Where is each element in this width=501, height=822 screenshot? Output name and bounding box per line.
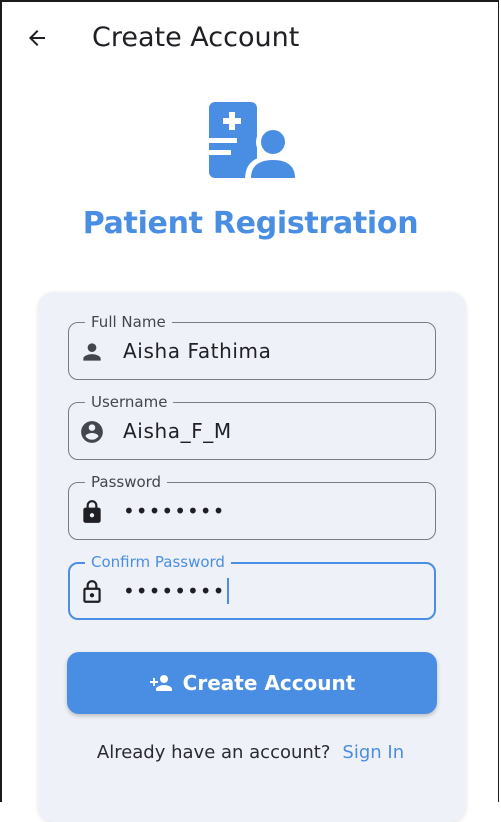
arrow-left-icon (29, 30, 45, 46)
confirm-password-label: Confirm Password (85, 552, 231, 572)
signin-prompt: Already have an account? (96, 742, 331, 763)
confirm-password-field[interactable]: Confirm Password •••••••• (68, 552, 436, 620)
create-account-button[interactable]: Create Account (67, 652, 437, 714)
username-field[interactable]: Username Aisha_F_M (68, 392, 436, 460)
username-label: Username (85, 392, 174, 412)
account-circle-icon (81, 421, 103, 443)
username-value: Aisha_F_M (123, 419, 232, 443)
person-add-icon (149, 675, 172, 691)
password-value: •••••••• (123, 499, 226, 523)
confirm-password-text: •••••••• (123, 579, 226, 603)
full-name-value: Aisha Fathima (123, 339, 272, 363)
signin-row: Already have an account? Sign In (0, 742, 501, 763)
person-icon (83, 343, 101, 361)
patient-registration-icon (209, 102, 297, 180)
back-button[interactable] (19, 20, 55, 56)
registration-heading: Patient Registration (82, 206, 419, 241)
full-name-label: Full Name (85, 312, 172, 332)
app-bar: Create Account (0, 0, 501, 76)
signin-link[interactable]: Sign In (342, 742, 404, 763)
page-title: Create Account (92, 22, 300, 53)
lock-outline-icon (83, 580, 101, 603)
create-account-label: Create Account (182, 671, 356, 695)
full-name-field[interactable]: Full Name Aisha Fathima (68, 312, 436, 380)
text-caret (227, 578, 230, 604)
confirm-password-value: •••••••• (123, 578, 230, 604)
lock-icon (83, 500, 101, 523)
password-label: Password (85, 472, 168, 492)
password-field[interactable]: Password •••••••• (68, 472, 436, 540)
